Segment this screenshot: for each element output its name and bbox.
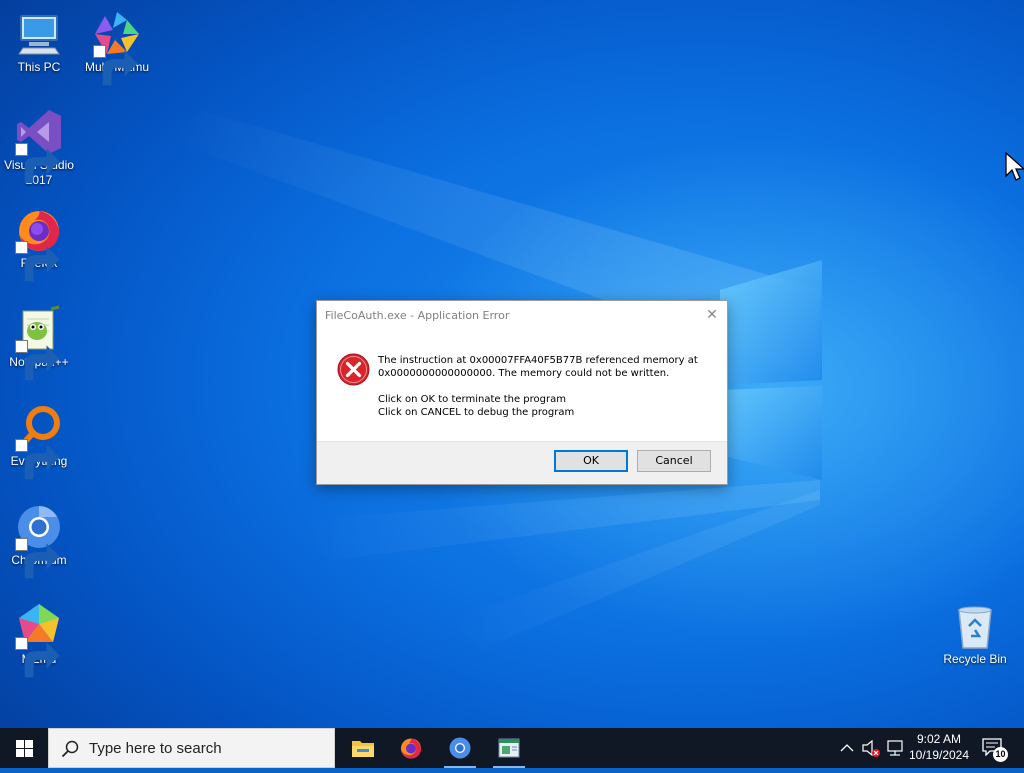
- clock-date: 10/19/2024: [908, 748, 970, 762]
- desktop-icon-notepadpp[interactable]: Notepad++: [0, 305, 78, 381]
- error-message: The instruction at 0x00007FFA40F5B77B re…: [378, 354, 713, 419]
- desktop-icon-label: This PC: [17, 60, 61, 74]
- chromium-icon: [449, 737, 471, 759]
- action-center-button[interactable]: 10: [982, 738, 1008, 762]
- taskbar: Type here to search 9:02 AM 10/19/2024 1…: [0, 728, 1024, 768]
- shortcut-arrow-icon: [15, 340, 60, 381]
- dialog-footer: OK Cancel: [317, 441, 727, 484]
- desktop-icon-multi-memu[interactable]: Multi-MEmu: [78, 10, 156, 86]
- desktop-icon-label: Recycle Bin: [943, 652, 1007, 666]
- firefox-icon: [401, 738, 421, 759]
- taskbar-chromium[interactable]: [436, 728, 484, 768]
- clock-time: 9:02 AM: [916, 732, 962, 746]
- start-button[interactable]: [0, 728, 48, 768]
- notification-count-badge: 10: [993, 747, 1008, 762]
- shortcut-arrow-icon: [15, 241, 60, 282]
- taskbar-app[interactable]: [485, 728, 533, 768]
- search-icon: [61, 740, 79, 758]
- shortcut-arrow-icon: [15, 538, 60, 579]
- desktop-icon-visual-studio[interactable]: Visual Studio 2017: [0, 108, 78, 188]
- cancel-button[interactable]: Cancel: [637, 450, 711, 472]
- shortcut-arrow-icon: [93, 45, 138, 86]
- desktop-icon-this-pc[interactable]: This PC: [0, 10, 78, 75]
- message-line: Click on CANCEL to debug the program: [378, 407, 575, 418]
- mouse-cursor-icon: [1005, 151, 1024, 187]
- chevron-up-icon: [840, 744, 854, 752]
- clock[interactable]: 9:02 AM 10/19/2024: [900, 731, 978, 763]
- desktop-icon-chromium[interactable]: Chromium: [0, 503, 78, 579]
- taskbar-firefox[interactable]: [387, 728, 435, 768]
- recycle-bin-icon: [958, 606, 992, 649]
- this-pc-icon: [18, 15, 60, 55]
- app-icon: [498, 738, 520, 758]
- dialog-title: FileCoAuth.exe - Application Error: [325, 309, 510, 322]
- search-placeholder: Type here to search: [89, 740, 222, 757]
- close-button[interactable]: ✕: [697, 301, 727, 329]
- desktop-icon-memu[interactable]: MEmu: [0, 602, 78, 678]
- message-line: Click on OK to terminate the program: [378, 394, 566, 405]
- desktop: This PC Multi-MEmu Visual Studio 2017: [0, 0, 1024, 728]
- desktop-icon-recycle-bin[interactable]: Recycle Bin: [936, 602, 1014, 667]
- file-explorer-icon: [352, 741, 374, 757]
- application-error-dialog: FileCoAuth.exe - Application Error ✕ The…: [316, 300, 728, 485]
- show-hidden-icons-button[interactable]: [838, 728, 856, 768]
- message-line: 0x0000000000000000. The memory could not…: [378, 368, 670, 379]
- volume-button[interactable]: [860, 728, 882, 768]
- shortcut-arrow-icon: [15, 439, 60, 480]
- desktop-icon-everything[interactable]: Everything: [0, 404, 78, 480]
- ok-button[interactable]: OK: [554, 450, 628, 472]
- taskbar-search-box[interactable]: Type here to search: [48, 728, 335, 768]
- shortcut-arrow-icon: [15, 637, 60, 678]
- taskbar-file-explorer[interactable]: [339, 728, 387, 768]
- windows-start-icon: [16, 740, 33, 757]
- message-line: The instruction at 0x00007FFA40F5B77B re…: [378, 355, 698, 366]
- desktop-icon-firefox[interactable]: Firefox: [0, 206, 78, 282]
- error-icon: [337, 353, 370, 386]
- shortcut-arrow-icon: [15, 143, 60, 184]
- volume-muted-icon: [862, 739, 880, 757]
